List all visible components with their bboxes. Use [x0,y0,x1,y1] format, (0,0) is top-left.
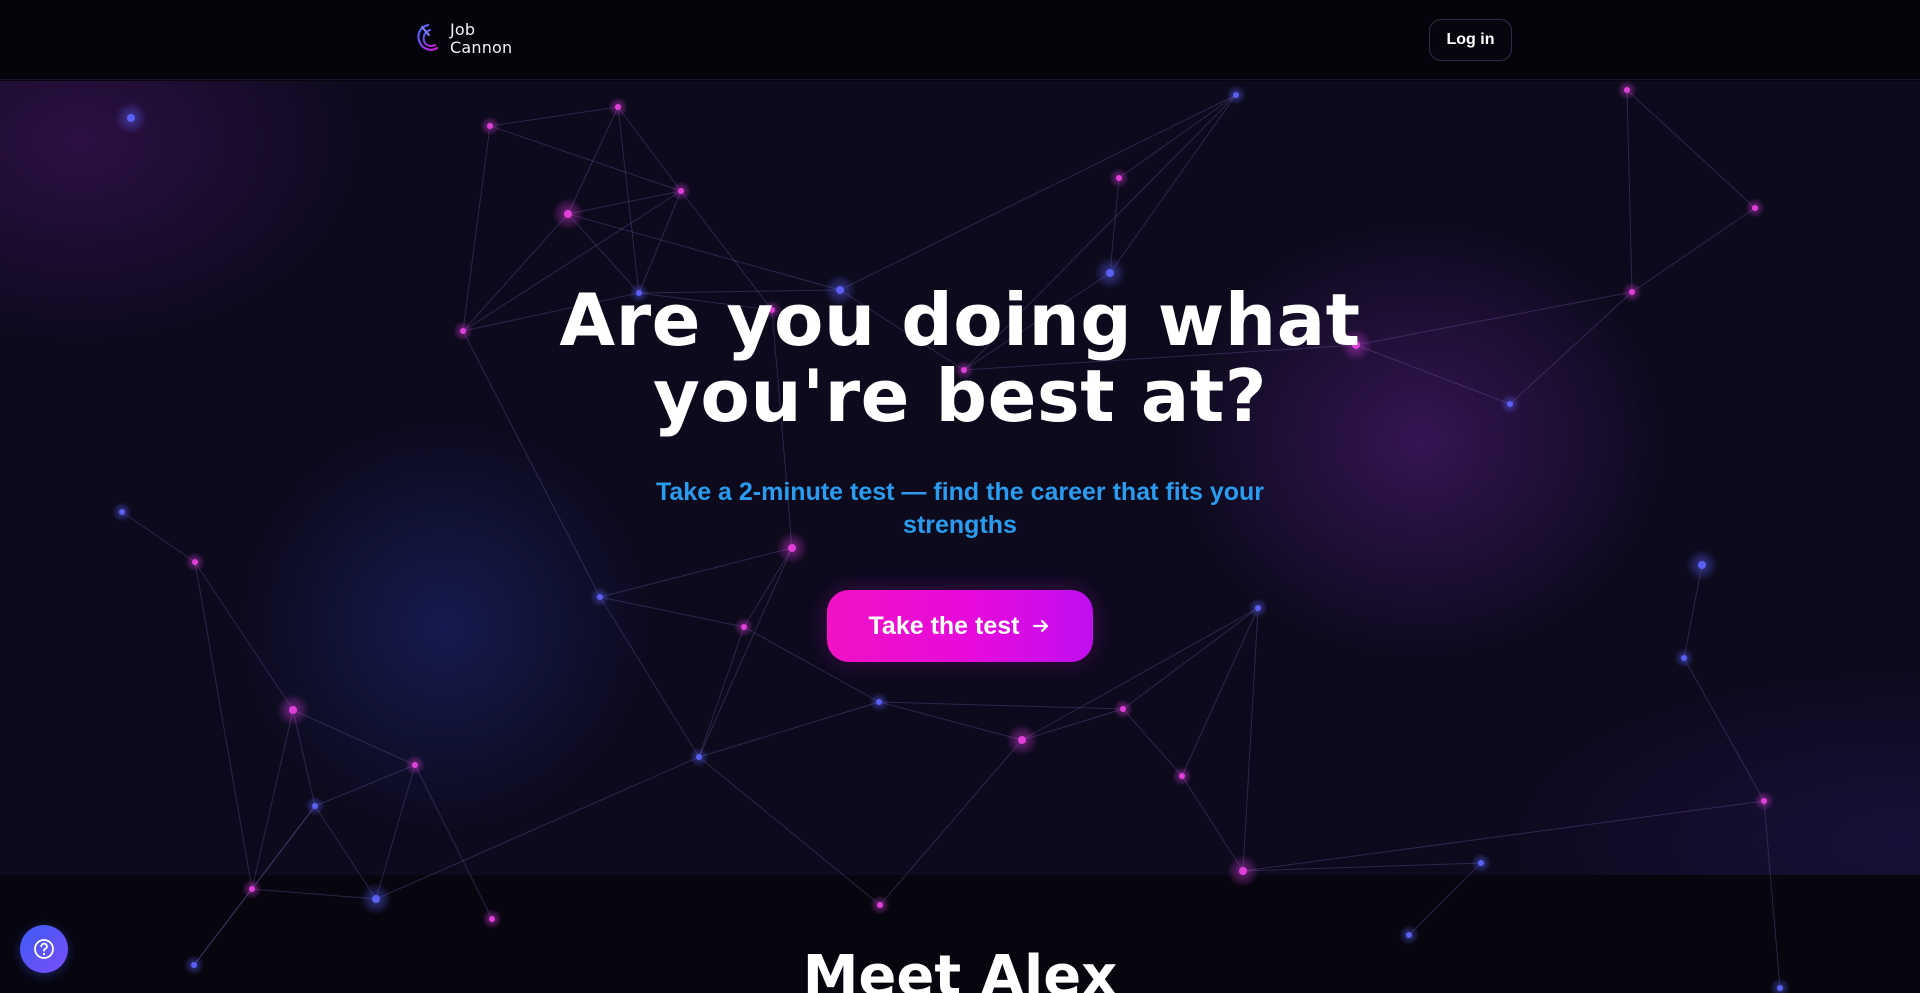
hero-subtitle: Take a 2-minute test — find the career t… [655,478,1264,539]
take-test-label: Take the test [868,611,1020,640]
network-node [482,909,502,929]
section-title: Meet Alex [802,944,1118,993]
network-node [870,895,890,915]
logo-text-line2: Cannon [450,38,513,57]
arrow-right-icon [1033,619,1049,633]
logo[interactable]: Job Cannon [412,21,512,57]
page: Job Cannon Log in Are you doing what you… [0,0,1920,993]
network-node [1399,925,1419,945]
logo-text: Job Cannon [450,21,512,57]
top-nav: Job Cannon Log in [0,0,1920,80]
hero-title: Are you doing what you're best at? [0,282,1920,434]
hero-title-line2: you're best at? [652,354,1268,438]
help-circle-icon [34,939,54,959]
login-button[interactable]: Log in [1429,19,1512,61]
logo-icon [417,23,439,51]
take-test-button[interactable]: Take the test [827,590,1093,662]
network-node [242,879,262,899]
help-button[interactable] [20,925,68,973]
network-line [251,888,377,900]
network-node [360,883,392,915]
logo-text-line1: Job [450,20,476,39]
hero-title-line1: Are you doing what [559,278,1361,362]
